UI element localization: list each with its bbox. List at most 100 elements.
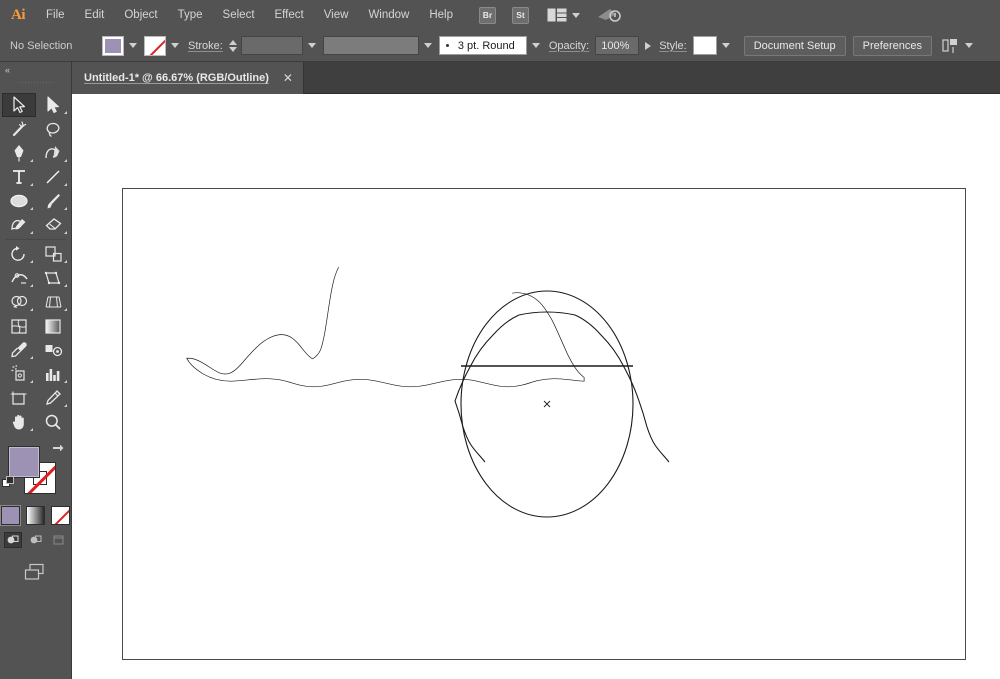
mesh-tool[interactable] [2, 314, 36, 338]
stroke-profile-chevron-down-icon[interactable] [423, 43, 432, 48]
lasso-tool[interactable] [36, 117, 70, 141]
ellipse-tool[interactable] [2, 189, 36, 213]
symbol-sprayer-tool[interactable] [2, 362, 36, 386]
flyout-indicator-icon [64, 207, 67, 210]
arrange-documents-icon[interactable] [547, 8, 567, 22]
stroke-weight-label: Stroke: [188, 39, 223, 52]
stock-icon[interactable]: St [512, 6, 529, 24]
curvature-tool[interactable] [36, 141, 70, 165]
center-point-mark [543, 400, 551, 408]
none-button[interactable] [51, 506, 70, 525]
arrange-chevron-down-icon[interactable] [572, 12, 580, 18]
menu-item-window[interactable]: Window [358, 0, 419, 30]
menu-item-file[interactable]: File [36, 0, 75, 30]
align-to-artboard-icon[interactable] [942, 38, 960, 54]
color-button[interactable] [0, 505, 21, 526]
shape-builder-tool[interactable] [2, 290, 36, 314]
flyout-indicator-icon [30, 260, 33, 263]
flyout-indicator-icon [64, 111, 67, 114]
draw-normal-button[interactable] [3, 532, 22, 548]
document-tab[interactable]: Untitled-1* @ 66.67% (RGB/Outline) ✕ [72, 62, 304, 94]
selection-tool[interactable] [2, 93, 36, 117]
flyout-indicator-icon [30, 308, 33, 311]
stroke-profile-select[interactable] [322, 36, 419, 55]
fill-color-swatch[interactable] [8, 446, 40, 478]
menu-item-object[interactable]: Object [114, 0, 167, 30]
align-chevron-down-icon[interactable] [964, 43, 973, 48]
menu-item-select[interactable]: Select [213, 0, 265, 30]
document-setup-button[interactable]: Document Setup [743, 35, 846, 56]
swap-fill-stroke-icon[interactable] [51, 443, 65, 457]
tools-panel-drag-handle[interactable] [0, 77, 71, 89]
gradient-tool[interactable] [36, 314, 70, 338]
veiled-figure-outline-artwork[interactable] [123, 189, 965, 659]
style-chevron-down-icon[interactable] [721, 43, 730, 48]
flyout-indicator-icon [30, 428, 33, 431]
flyout-indicator-icon [30, 159, 33, 162]
collapse-panel-icon[interactable]: « [0, 62, 71, 77]
eyedropper-tool[interactable] [2, 338, 36, 362]
pen-tool[interactable] [2, 141, 36, 165]
draw-inside-button[interactable] [50, 532, 68, 548]
style-label: Style: [659, 39, 687, 52]
menu-item-effect[interactable]: Effect [265, 0, 314, 30]
opacity-input[interactable]: 100% [595, 36, 640, 55]
default-fill-stroke-icon[interactable] [2, 476, 15, 489]
selection-status-label: No Selection [10, 39, 73, 52]
blend-tool[interactable] [36, 338, 70, 362]
menu-bar-right-group: Br St [471, 6, 622, 24]
paintbrush-tool[interactable] [36, 189, 70, 213]
stroke-swatch-button[interactable] [144, 35, 166, 56]
change-screen-mode-button[interactable] [23, 562, 49, 582]
width-tool[interactable] [2, 266, 36, 290]
rotate-tool[interactable] [2, 242, 36, 266]
zoom-tool[interactable] [36, 410, 70, 434]
tools-panel: « [0, 62, 72, 679]
bridge-icon[interactable]: Br [479, 6, 496, 24]
draw-behind-button[interactable] [27, 532, 45, 548]
fill-chevron-down-icon[interactable] [129, 43, 137, 48]
slice-tool[interactable] [36, 386, 70, 410]
fill-stroke-mode-buttons [0, 505, 71, 526]
stroke-weight-input[interactable] [240, 36, 303, 55]
shaper-pencil-tool[interactable] [2, 213, 36, 237]
gradient-button[interactable] [26, 506, 45, 525]
stroke-weight-chevron-down-icon[interactable] [307, 43, 316, 48]
stroke-chevron-down-icon[interactable] [171, 43, 179, 48]
document-canvas[interactable] [72, 94, 1000, 679]
drawing-mode-buttons [0, 532, 71, 548]
screen-mode-control [0, 562, 71, 582]
artboard[interactable] [122, 188, 966, 660]
opacity-more-icon[interactable] [645, 41, 652, 50]
menu-item-type[interactable]: Type [168, 0, 213, 30]
direct-selection-tool[interactable] [36, 93, 70, 117]
preferences-button[interactable]: Preferences [852, 35, 932, 56]
menu-item-view[interactable]: View [314, 0, 359, 30]
graphic-style-swatch[interactable] [692, 36, 717, 55]
scale-tool[interactable] [36, 242, 70, 266]
magic-wand-tool[interactable] [2, 117, 36, 141]
brush-preview-icon [445, 44, 449, 47]
menu-item-edit[interactable]: Edit [75, 0, 115, 30]
close-icon[interactable]: ✕ [283, 72, 293, 84]
eraser-tool[interactable] [36, 213, 70, 237]
search-adobe-stock-icon[interactable] [596, 6, 622, 24]
brush-definition-select[interactable]: 3 pt. Round [438, 36, 527, 55]
column-graph-tool[interactable] [36, 362, 70, 386]
flyout-indicator-icon [64, 284, 67, 287]
artboard-tool[interactable] [2, 386, 36, 410]
type-tool[interactable] [2, 165, 36, 189]
flyout-indicator-icon [64, 404, 67, 407]
flyout-indicator-icon [64, 183, 67, 186]
free-transform-tool[interactable] [36, 266, 70, 290]
fill-swatch-button[interactable] [102, 35, 124, 56]
hand-tool[interactable] [2, 410, 36, 434]
flyout-indicator-icon [30, 356, 33, 359]
menu-item-help[interactable]: Help [419, 0, 463, 30]
stroke-weight-stepper[interactable] [228, 39, 237, 52]
line-segment-tool[interactable] [36, 165, 70, 189]
brush-chevron-down-icon[interactable] [531, 43, 540, 48]
perspective-grid-tool[interactable] [36, 290, 70, 314]
fill-stroke-controls [0, 440, 71, 502]
document-tab-title: Untitled-1* @ 66.67% (RGB/Outline) [84, 72, 269, 84]
